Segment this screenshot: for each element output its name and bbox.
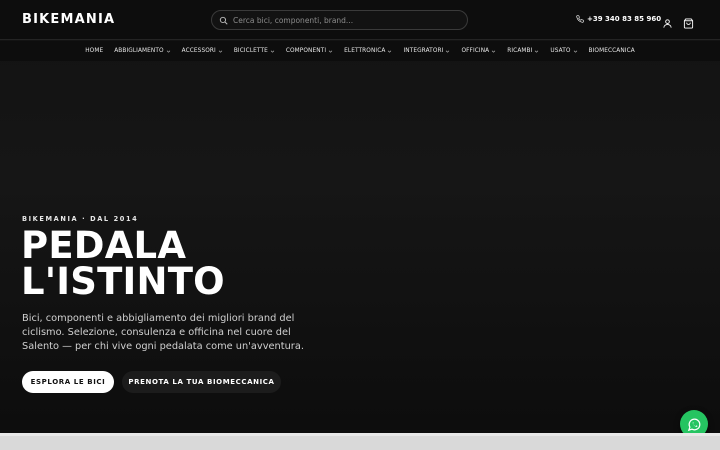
nav-item-abbigliamento[interactable]: ABBIGLIAMENTO (114, 48, 170, 54)
headline-line-2: L'ISTINTO (21, 260, 225, 303)
nav-item-accessori[interactable]: ACCESSORI (182, 48, 223, 54)
nav-item-usato[interactable]: USATO (550, 48, 577, 54)
chevron-down-icon (492, 50, 496, 53)
page: BIKEMANIA +39 340 83 85 960 HOME ABBIGLIA… (0, 0, 720, 450)
chevron-down-icon (446, 50, 450, 53)
chevron-down-icon (328, 50, 333, 53)
headline-line-1: PEDALA (21, 224, 187, 267)
nav-item-label: INTEGRATORI (403, 48, 444, 54)
hero-eyebrow: BIKEMANIA · DAL 2014 (22, 215, 139, 223)
explore-bikes-button[interactable]: ESPLORA LE BICI (22, 371, 114, 393)
nav-item-integratori[interactable]: INTEGRATORI (403, 48, 450, 54)
nav-item-label: ACCESSORI (181, 48, 216, 54)
nav-item-officina[interactable]: OFFICINA (461, 48, 496, 54)
main-nav: HOME ABBIGLIAMENTO ACCESSORI BICICLETTE COMP… (0, 41, 720, 61)
nav-item-componenti[interactable]: COMPONENTI (286, 48, 333, 54)
nav-item-label: ELETTRONICA (344, 48, 386, 54)
whatsapp-icon (687, 418, 700, 431)
user-icon (663, 19, 672, 28)
nav-item-label: BIOMECCANICA (588, 48, 635, 54)
cart-button[interactable] (683, 14, 694, 29)
site-logo[interactable]: BIKEMANIA (22, 12, 115, 27)
chevron-down-icon (388, 50, 392, 53)
account-button[interactable] (662, 14, 673, 28)
nav-item-label: ABBIGLIAMENTO (114, 48, 164, 54)
chevron-down-icon (270, 50, 275, 53)
search-input[interactable] (233, 15, 453, 25)
nav-item-label: RICAMBI (507, 48, 533, 54)
phone-icon (576, 15, 584, 23)
top-header: BIKEMANIA +39 340 83 85 960 (0, 0, 720, 40)
nav-item-label: USATO (550, 48, 571, 54)
nav-item-biomeccanica[interactable]: BIOMECCANICA (589, 48, 635, 54)
nav-item-label: HOME (85, 48, 104, 54)
chevron-down-icon (218, 50, 223, 53)
shopping-bag-icon (683, 18, 694, 29)
nav-item-home[interactable]: HOME (85, 48, 103, 54)
nav-item-label: BICICLETTE (233, 48, 268, 54)
chevron-down-icon (573, 50, 577, 53)
chevron-down-icon (166, 50, 170, 53)
nav-item-biciclette[interactable]: BICICLETTE (234, 48, 275, 54)
phone-link[interactable]: +39 340 83 85 960 (576, 15, 661, 23)
nav-item-label: OFFICINA (461, 48, 490, 54)
search-bar[interactable] (211, 10, 468, 30)
hero-description: Bici, componenti e abbigliamento dei mig… (22, 313, 304, 353)
search-icon (219, 16, 228, 25)
hero-headline: PEDALA L'ISTINTO (21, 224, 225, 303)
nav-item-label: COMPONENTI (285, 48, 327, 54)
next-section-edge (0, 433, 720, 450)
nav-item-elettronica[interactable]: ELETTRONICA (344, 48, 392, 54)
chevron-down-icon (535, 50, 539, 53)
phone-number: +39 340 83 85 960 (587, 15, 662, 23)
nav-item-ricambi[interactable]: RICAMBI (507, 48, 539, 54)
book-biomechanics-button[interactable]: PRENOTA LA TUA BIOMECCANICA (122, 371, 281, 393)
